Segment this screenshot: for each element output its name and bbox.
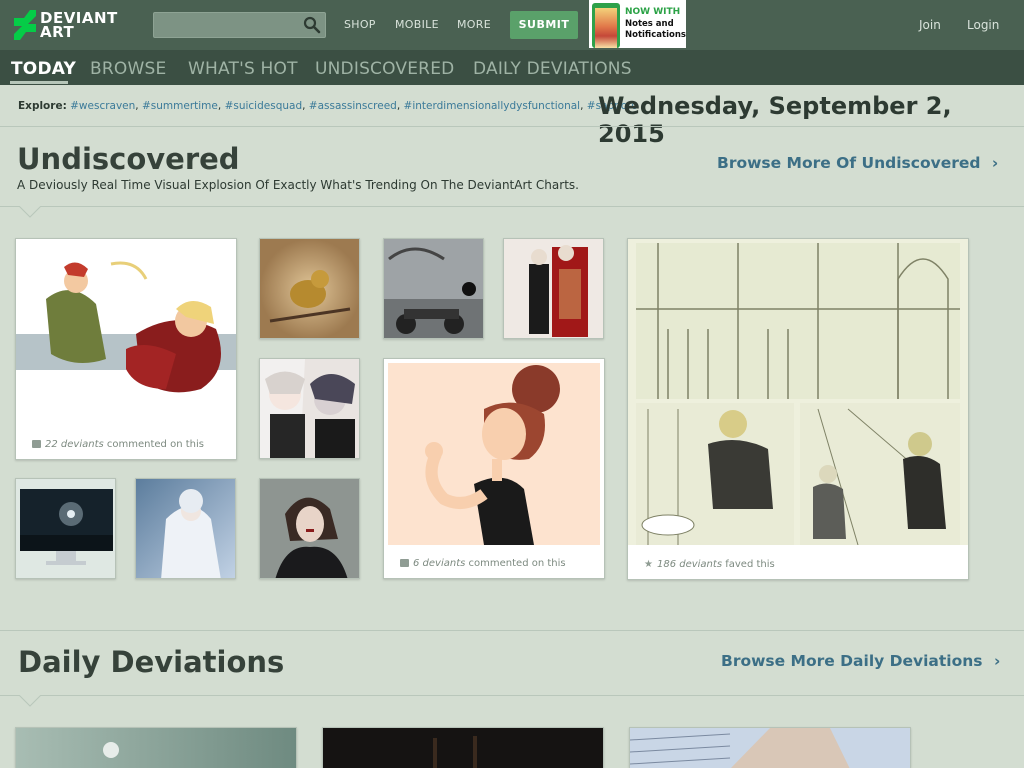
divider xyxy=(0,206,1024,207)
browse-more-undiscovered-label: Browse More Of Undiscovered xyxy=(717,154,981,172)
promo-line2: Notifications xyxy=(625,30,686,40)
deviation-thumbnail[interactable] xyxy=(322,727,604,768)
tab-browse[interactable]: BROWSE xyxy=(90,59,166,79)
divider xyxy=(0,630,1024,631)
deviation-thumbnail[interactable] xyxy=(259,358,360,459)
search-box xyxy=(153,12,326,38)
deviation-thumbnail[interactable] xyxy=(259,478,360,579)
tab-undiscovered[interactable]: UNDISCOVERED xyxy=(315,59,454,79)
search-icon[interactable] xyxy=(303,16,321,34)
tab-whats-hot[interactable]: WHAT'S HOT xyxy=(188,59,298,79)
divider xyxy=(0,695,1024,696)
deviation-thumbnail[interactable] xyxy=(135,478,236,579)
card-suffix: commented on this xyxy=(468,558,566,569)
undiscovered-title: Undiscovered xyxy=(17,142,240,176)
deviation-thumbnail[interactable] xyxy=(383,238,484,339)
section-notch xyxy=(19,206,41,218)
deviation-thumbnail[interactable] xyxy=(629,727,911,768)
section-tabs: TODAY BROWSE WHAT'S HOT UNDISCOVERED DAI… xyxy=(0,50,1024,85)
deviantart-logo[interactable]: DEVIANT ART xyxy=(14,8,118,42)
deviation-thumbnail[interactable] xyxy=(15,478,116,579)
deviation-card[interactable]: 22 deviants commented on this xyxy=(15,238,237,460)
nav-mobile[interactable]: MOBILE xyxy=(395,18,439,31)
join-link[interactable]: Join xyxy=(919,18,941,32)
browse-more-undiscovered-link[interactable]: Browse More Of Undiscovered › xyxy=(717,154,998,172)
card-stats: ★ 186 deviants faved this xyxy=(644,559,775,570)
tag-link[interactable]: #suicidesquad xyxy=(225,100,303,112)
submit-button[interactable]: SUBMIT xyxy=(510,11,578,39)
logo-line2: ART xyxy=(40,23,75,41)
browse-more-daily-link[interactable]: Browse More Daily Deviations › xyxy=(721,652,1000,670)
card-count: 6 deviants xyxy=(413,558,466,569)
deviation-card[interactable]: 6 deviants commented on this xyxy=(383,358,605,579)
divider xyxy=(0,126,1024,127)
deviation-thumbnail[interactable] xyxy=(259,238,360,339)
tag-link[interactable]: #interdimensionallydysfunctional xyxy=(404,100,581,112)
deviation-thumbnail xyxy=(388,363,600,545)
deviantart-logo-icon xyxy=(14,10,36,40)
comment-icon xyxy=(400,559,409,567)
card-suffix: faved this xyxy=(725,559,775,570)
chevron-right-icon: › xyxy=(993,652,1001,670)
tab-daily-deviations[interactable]: DAILY DEVIATIONS xyxy=(473,59,632,79)
deviation-thumbnail[interactable] xyxy=(503,238,604,339)
card-count: 186 deviants xyxy=(656,559,723,570)
promo-title: NOW WITH xyxy=(625,7,681,17)
deviation-thumbnail[interactable] xyxy=(15,727,297,768)
explore-tags: Explore: #wescraven, #summertime, #suici… xyxy=(18,100,638,112)
browse-more-daily-label: Browse More Daily Deviations xyxy=(721,652,983,670)
tag-link[interactable]: #wescraven xyxy=(70,100,135,112)
logo-text: DEVIANT ART xyxy=(40,11,118,41)
deviation-card[interactable]: ★ 186 deviants faved this xyxy=(627,238,969,580)
search-input[interactable] xyxy=(154,13,299,37)
top-bar: DEVIANT ART SHOP MOBILE MORE SUBMIT NOW … xyxy=(0,0,1024,50)
nav-shop[interactable]: SHOP xyxy=(344,18,376,31)
tag-link[interactable]: #assassinscreed xyxy=(309,100,397,112)
nav-more[interactable]: MORE xyxy=(457,18,491,31)
promo-subtitle: Notes and Notifications xyxy=(625,19,686,41)
active-tab-indicator xyxy=(10,81,68,84)
card-stats: 6 deviants commented on this xyxy=(400,558,566,569)
section-notch xyxy=(19,695,41,707)
deviation-thumbnail xyxy=(628,239,968,545)
login-link[interactable]: Login xyxy=(967,18,999,32)
card-suffix: commented on this xyxy=(106,439,204,450)
undiscovered-description: A Deviously Real Time Visual Explosion O… xyxy=(17,178,579,192)
mobile-app-promo[interactable]: NOW WITH Notes and Notifications xyxy=(589,0,686,48)
phone-icon xyxy=(592,3,620,48)
explore-label: Explore: xyxy=(18,100,67,112)
comment-icon xyxy=(32,440,41,448)
daily-deviations-title: Daily Deviations xyxy=(18,645,285,679)
star-icon: ★ xyxy=(644,559,653,570)
tag-link[interactable]: #summertime xyxy=(142,100,218,112)
card-count: 22 deviants xyxy=(45,439,104,450)
page-date: Wednesday, September 2, 2015 xyxy=(598,92,952,148)
tab-today[interactable]: TODAY xyxy=(11,59,76,79)
card-stats: 22 deviants commented on this xyxy=(32,439,204,450)
deviation-thumbnail xyxy=(16,239,236,399)
promo-line1: Notes and xyxy=(625,19,674,29)
chevron-right-icon: › xyxy=(991,154,999,172)
